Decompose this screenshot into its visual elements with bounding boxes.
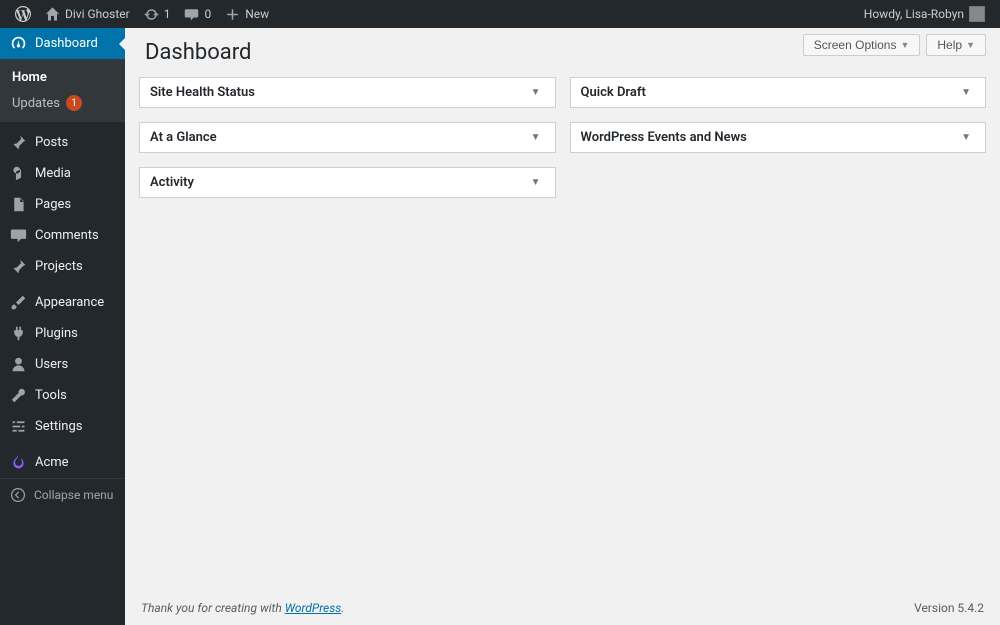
submenu-label: Home bbox=[12, 70, 47, 85]
pin-icon bbox=[10, 134, 27, 151]
sidebar-item-users[interactable]: Users bbox=[0, 349, 125, 380]
site-name: Divi Ghoster bbox=[65, 7, 130, 21]
sidebar-item-label: Settings bbox=[35, 419, 82, 434]
sidebar-item-projects[interactable]: Projects bbox=[0, 251, 125, 282]
sidebar-item-appearance[interactable]: Appearance bbox=[0, 287, 125, 318]
wordpress-logo[interactable] bbox=[8, 0, 38, 28]
updates-link[interactable]: 1 bbox=[137, 0, 178, 28]
wordpress-link[interactable]: WordPress bbox=[285, 601, 342, 615]
sidebar-item-label: Posts bbox=[35, 135, 68, 150]
sidebar-item-label: Tools bbox=[35, 388, 67, 403]
howdy-text: Howdy, Lisa-Robyn bbox=[864, 7, 964, 21]
admin-sidebar: Dashboard Home Updates 1 Posts Media Pag… bbox=[0, 28, 125, 625]
sidebar-item-label: Comments bbox=[35, 228, 99, 243]
media-icon bbox=[10, 165, 27, 182]
sidebar-item-settings[interactable]: Settings bbox=[0, 411, 125, 442]
sidebar-item-dashboard[interactable]: Dashboard bbox=[0, 28, 125, 59]
submenu-label: Updates bbox=[12, 96, 60, 111]
sidebar-submenu-dashboard: Home Updates 1 bbox=[0, 59, 125, 122]
toggle-collapse-icon[interactable]: ▼ bbox=[957, 130, 975, 145]
page-title: Dashboard bbox=[125, 40, 1000, 77]
postbox-wp-events[interactable]: WordPress Events and News ▼ bbox=[570, 122, 987, 153]
sidebar-item-pages[interactable]: Pages bbox=[0, 189, 125, 220]
sidebar-item-label: Media bbox=[35, 166, 71, 181]
wrench-icon bbox=[10, 387, 27, 404]
sidebar-item-posts[interactable]: Posts bbox=[0, 127, 125, 158]
refresh-icon bbox=[144, 7, 159, 22]
pin-icon bbox=[10, 258, 27, 275]
sidebar-item-label: Users bbox=[35, 357, 68, 372]
postbox-site-health[interactable]: Site Health Status ▼ bbox=[139, 77, 556, 108]
sidebar-item-tools[interactable]: Tools bbox=[0, 380, 125, 411]
plug-icon bbox=[10, 325, 27, 342]
comment-icon bbox=[184, 7, 199, 22]
postbox-title: Activity bbox=[150, 175, 194, 190]
comment-icon bbox=[10, 227, 27, 244]
user-icon bbox=[10, 356, 27, 373]
toggle-collapse-icon[interactable]: ▼ bbox=[527, 85, 545, 100]
comments-count: 0 bbox=[204, 7, 211, 21]
refresh-count: 1 bbox=[164, 7, 171, 21]
submenu-item-home[interactable]: Home bbox=[0, 65, 125, 90]
postbox-title: Quick Draft bbox=[581, 85, 646, 100]
page-icon bbox=[10, 196, 27, 213]
account-link[interactable]: Howdy, Lisa-Robyn bbox=[857, 0, 992, 28]
admin-bar: Divi Ghoster 1 0 New Howdy, Lisa-Robyn bbox=[0, 0, 1000, 28]
toggle-collapse-icon[interactable]: ▼ bbox=[527, 175, 545, 190]
collapse-label: Collapse menu bbox=[34, 488, 113, 502]
site-home-link[interactable]: Divi Ghoster bbox=[38, 0, 137, 28]
brush-icon bbox=[10, 294, 27, 311]
flame-icon bbox=[10, 454, 27, 471]
sidebar-item-label: Appearance bbox=[35, 295, 104, 310]
postbox-title: WordPress Events and News bbox=[581, 130, 747, 145]
plus-icon bbox=[225, 7, 240, 22]
updates-badge: 1 bbox=[66, 95, 82, 111]
sidebar-item-media[interactable]: Media bbox=[0, 158, 125, 189]
sidebar-item-acme[interactable]: Acme bbox=[0, 447, 125, 478]
sidebar-item-label: Acme bbox=[35, 455, 69, 470]
postbox-at-a-glance[interactable]: At a Glance ▼ bbox=[139, 122, 556, 153]
sidebar-item-label: Pages bbox=[35, 197, 71, 212]
toggle-collapse-icon[interactable]: ▼ bbox=[957, 85, 975, 100]
dashboard-column-left: Site Health Status ▼ At a Glance ▼ Activ… bbox=[139, 77, 556, 198]
sidebar-item-plugins[interactable]: Plugins bbox=[0, 318, 125, 349]
version-text: Version 5.4.2 bbox=[914, 601, 984, 615]
dashboard-icon bbox=[10, 35, 27, 52]
admin-footer: Thank you for creating with WordPress. V… bbox=[125, 591, 1000, 625]
sidebar-item-comments[interactable]: Comments bbox=[0, 220, 125, 251]
footer-thanks: Thank you for creating with WordPress. bbox=[141, 601, 344, 615]
avatar bbox=[969, 6, 985, 22]
postbox-quick-draft[interactable]: Quick Draft ▼ bbox=[570, 77, 987, 108]
new-label: New bbox=[245, 7, 269, 21]
sidebar-item-label: Dashboard bbox=[35, 36, 98, 51]
postbox-title: At a Glance bbox=[150, 130, 217, 145]
sliders-icon bbox=[10, 418, 27, 435]
collapse-icon bbox=[10, 487, 26, 503]
postbox-title: Site Health Status bbox=[150, 85, 255, 100]
postbox-activity[interactable]: Activity ▼ bbox=[139, 167, 556, 198]
home-icon bbox=[45, 7, 60, 22]
sidebar-item-label: Projects bbox=[35, 259, 83, 274]
toggle-collapse-icon[interactable]: ▼ bbox=[527, 130, 545, 145]
dashboard-column-right: Quick Draft ▼ WordPress Events and News … bbox=[570, 77, 987, 198]
new-content-link[interactable]: New bbox=[218, 0, 276, 28]
submenu-item-updates[interactable]: Updates 1 bbox=[0, 90, 125, 116]
comments-link[interactable]: 0 bbox=[177, 0, 218, 28]
main-content: Screen Options ▼ Help ▼ Dashboard Site H… bbox=[125, 28, 1000, 625]
collapse-menu[interactable]: Collapse menu bbox=[0, 478, 125, 511]
sidebar-item-label: Plugins bbox=[35, 326, 78, 341]
